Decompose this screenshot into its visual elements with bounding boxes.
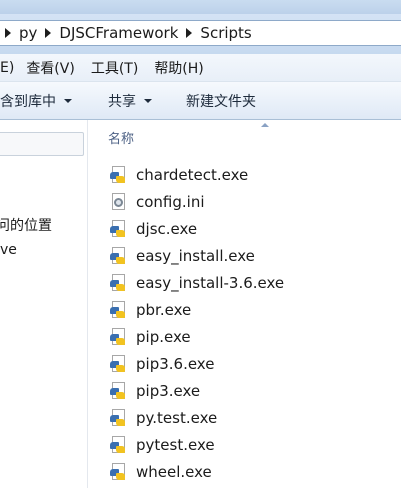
file-row[interactable]: pip.exe	[110, 323, 284, 350]
nav-item-drive[interactable]: ve	[0, 242, 17, 258]
python-exe-icon	[110, 300, 128, 319]
breadcrumb-label[interactable]: Scripts	[200, 24, 251, 42]
address-bar: py DJSCFramework Scripts	[0, 14, 401, 54]
python-exe-icon	[110, 408, 128, 427]
config-file-icon	[110, 192, 128, 211]
menu-item-edit[interactable]: E)	[0, 60, 20, 76]
chevron-right-icon[interactable]	[45, 28, 52, 38]
chevron-right-icon[interactable]	[5, 28, 11, 38]
file-row[interactable]: config.ini	[110, 188, 284, 215]
file-row[interactable]: py.test.exe	[110, 404, 284, 431]
file-row[interactable]: pip3.exe	[110, 377, 284, 404]
nav-item-recent-places[interactable]: 问的位置	[0, 215, 52, 235]
file-name: py.test.exe	[136, 408, 218, 427]
file-name: pbr.exe	[136, 300, 192, 319]
menu-bar: E) 查看(V) 工具(T) 帮助(H)	[0, 54, 401, 82]
python-exe-icon	[110, 219, 128, 238]
python-exe-icon	[110, 273, 128, 292]
file-name: pip.exe	[136, 327, 191, 346]
file-name: wheel.exe	[136, 462, 212, 481]
file-name: easy_install.exe	[136, 246, 255, 265]
file-name: djsc.exe	[136, 219, 198, 238]
file-name: config.ini	[136, 192, 205, 211]
breadcrumb-label[interactable]: DJSCFramework	[59, 24, 178, 42]
column-header-name[interactable]: 名称	[108, 128, 134, 147]
menu-item-view[interactable]: 查看(V)	[20, 58, 81, 78]
include-in-library-button[interactable]: 包含到库中	[0, 91, 72, 111]
breadcrumb-item-scripts[interactable]: Scripts	[178, 21, 252, 45]
breadcrumb-item-py[interactable]: py	[0, 21, 37, 45]
nav-selected-item[interactable]	[0, 132, 84, 156]
file-row[interactable]: wheel.exe	[110, 458, 284, 485]
file-name: pytest.exe	[136, 435, 215, 454]
file-row[interactable]: easy_install.exe	[110, 242, 284, 269]
file-name: easy_install-3.6.exe	[136, 273, 285, 292]
chevron-down-icon	[64, 98, 72, 103]
chevron-right-icon[interactable]	[186, 28, 193, 38]
breadcrumb-label[interactable]: py	[19, 24, 37, 42]
sort-ascending-icon	[261, 123, 269, 127]
python-exe-icon	[110, 354, 128, 373]
file-list: chardetect.exe config.ini djsc.exe easy_ins…	[110, 161, 284, 485]
chevron-down-icon	[144, 98, 152, 103]
file-name: chardetect.exe	[136, 165, 249, 184]
python-exe-icon	[110, 327, 128, 346]
python-exe-icon	[110, 462, 128, 481]
file-row[interactable]: djsc.exe	[110, 215, 284, 242]
file-name: pip3.exe	[136, 381, 201, 400]
python-exe-icon	[110, 435, 128, 454]
new-folder-label: 新建文件夹	[186, 93, 256, 110]
explorer-window: py DJSCFramework Scripts E) 查看(V) 工具(T) …	[0, 0, 401, 488]
window-title-strip	[0, 0, 401, 14]
navigation-pane: 问的位置 ve	[0, 120, 88, 488]
menu-item-tools[interactable]: 工具(T)	[81, 58, 144, 78]
share-label: 共享	[108, 93, 136, 110]
breadcrumb-item-djscframework[interactable]: DJSCFramework	[37, 21, 178, 45]
file-row[interactable]: pip3.6.exe	[110, 350, 284, 377]
file-row[interactable]: pbr.exe	[110, 296, 284, 323]
file-row[interactable]: easy_install-3.6.exe	[110, 269, 284, 296]
file-list-pane: 名称 chardetect.exe config.ini djsc.exe easy_…	[88, 120, 401, 488]
share-button[interactable]: 共享	[108, 91, 152, 111]
include-in-library-label: 包含到库中	[0, 93, 56, 110]
python-exe-icon	[110, 381, 128, 400]
python-exe-icon	[110, 165, 128, 184]
breadcrumb[interactable]: py DJSCFramework Scripts	[0, 20, 401, 46]
python-exe-icon	[110, 246, 128, 265]
new-folder-button[interactable]: 新建文件夹	[186, 91, 256, 111]
file-row[interactable]: chardetect.exe	[110, 161, 284, 188]
menu-item-help[interactable]: 帮助(H)	[144, 58, 209, 78]
command-bar: 包含到库中 共享 新建文件夹	[0, 82, 401, 120]
file-row[interactable]: pytest.exe	[110, 431, 284, 458]
file-name: pip3.6.exe	[136, 354, 215, 373]
